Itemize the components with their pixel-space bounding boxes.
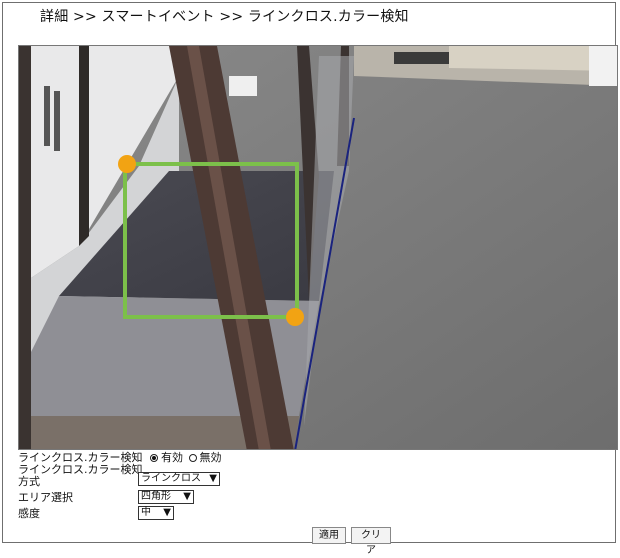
apply-button[interactable]: 適用 [312, 527, 346, 544]
camera-image [19, 46, 617, 449]
radio-icon [188, 454, 197, 462]
mode-label-2: 方式 [18, 475, 40, 488]
chevron-down-icon: ▼ [163, 507, 171, 518]
clear-button[interactable]: クリア [351, 527, 391, 556]
camera-view[interactable] [18, 45, 618, 450]
region-handle-top-left [118, 155, 136, 173]
breadcrumb: 詳細 >> スマートイベント >> ラインクロス.カラー検知 [40, 9, 409, 25]
enable-radio[interactable]: 有効 [150, 451, 183, 464]
sensitivity-select[interactable]: 中 ▼ [138, 506, 174, 520]
region-handle-bottom-right [286, 308, 304, 326]
mode-select[interactable]: ラインクロス ▼ [138, 472, 220, 486]
chevron-down-icon: ▼ [183, 491, 191, 502]
chevron-down-icon: ▼ [209, 473, 217, 484]
sensitivity-label: 感度 [18, 507, 40, 520]
radio-icon [150, 454, 158, 462]
disable-radio[interactable]: 無効 [188, 451, 222, 464]
area-select[interactable]: 四角形 ▼ [138, 490, 194, 504]
area-label: エリア選択 [18, 491, 73, 504]
